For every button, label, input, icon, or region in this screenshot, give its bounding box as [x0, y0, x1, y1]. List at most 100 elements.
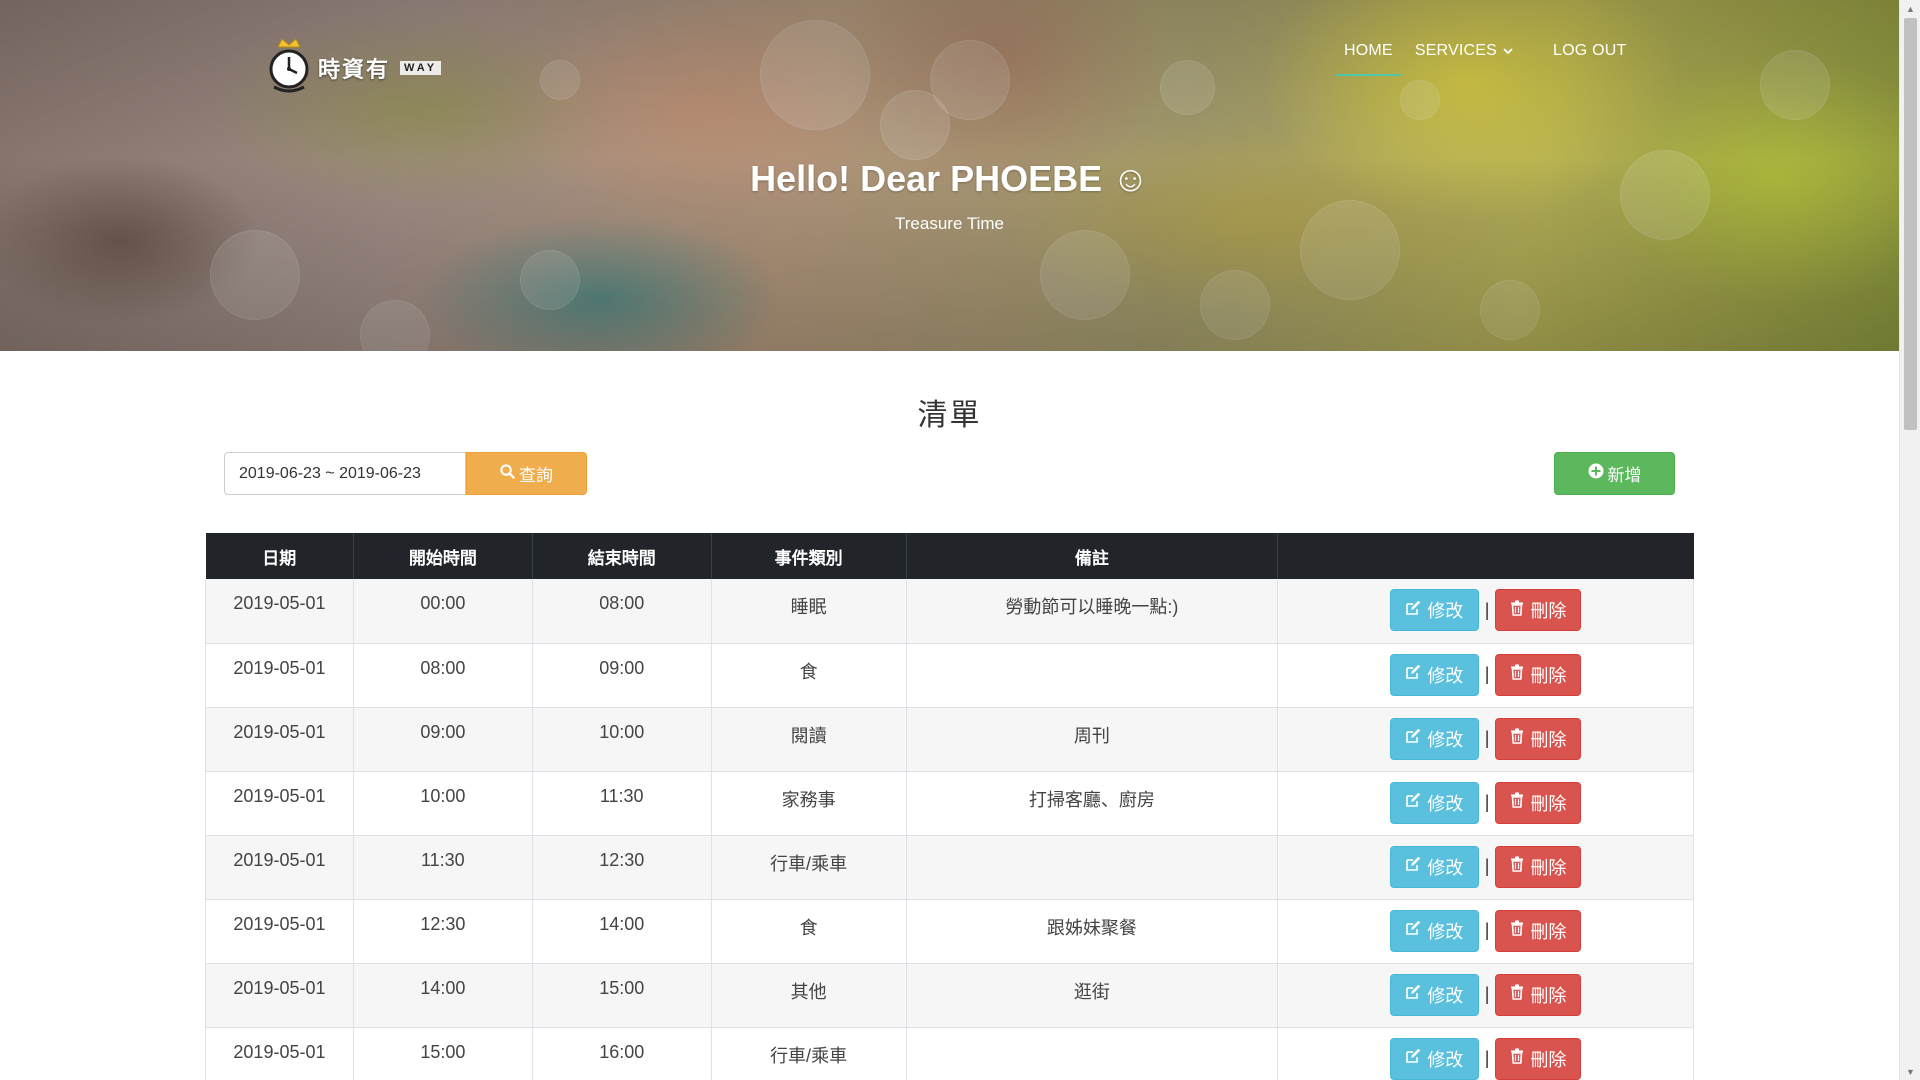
cell-date: 2019-05-01 — [205, 835, 354, 900]
col-header-end: 結束時間 — [532, 533, 712, 579]
vertical-scrollbar[interactable]: ▲ ▼ — [1899, 0, 1920, 1080]
cell-category: 睡眠 — [711, 579, 907, 644]
delete-button-label: 刪除 — [1530, 601, 1567, 621]
cell-actions: 修改 | 刪除 — [1277, 835, 1694, 900]
table-row: 2019-05-01 10:00 11:30 家務事 打掃客廳、廚房 修改 | 刪除 — [205, 771, 1694, 836]
cell-start-time: 09:00 — [353, 707, 533, 772]
cell-end-time: 15:00 — [532, 963, 712, 1028]
edit-button-label: 修改 — [1427, 665, 1464, 686]
delete-button[interactable]: 刪除 — [1495, 1037, 1582, 1080]
delete-button-label: 刪除 — [1530, 793, 1567, 814]
trash-icon — [1510, 664, 1524, 685]
action-separator: | — [1484, 728, 1490, 748]
scroll-down-icon[interactable]: ▼ — [1900, 1063, 1920, 1080]
delete-button-label: 刪除 — [1530, 857, 1567, 878]
cell-end-time: 08:00 — [532, 579, 712, 644]
table-row: 2019-05-01 14:00 15:00 其他 逛街 修改 | 刪除 — [205, 963, 1694, 1028]
delete-button[interactable]: 刪除 — [1495, 589, 1582, 631]
edit-icon — [1405, 856, 1421, 877]
cell-category: 行車/乘車 — [711, 1027, 907, 1080]
cell-actions: 修改 | 刪除 — [1277, 771, 1694, 836]
cell-end-time: 14:00 — [532, 899, 712, 964]
action-separator: | — [1484, 1048, 1490, 1068]
delete-button[interactable]: 刪除 — [1495, 845, 1582, 888]
nav-logout[interactable]: LOG OUT — [1553, 38, 1626, 76]
delete-button-label: 刪除 — [1530, 985, 1567, 1006]
action-separator: | — [1484, 792, 1490, 812]
nav-home[interactable]: HOME — [1336, 38, 1401, 76]
row-actions: 修改 | 刪除 — [1389, 717, 1582, 760]
delete-button-label: 刪除 — [1530, 921, 1567, 942]
cell-date: 2019-05-01 — [205, 1027, 354, 1080]
main-nav: HOME SERVICES LOG OUT — [1336, 38, 1648, 76]
hero-subtitle: Treasure Time — [895, 214, 1004, 233]
trash-icon — [1510, 792, 1524, 813]
cell-category: 閱讀 — [711, 707, 907, 772]
edit-button[interactable]: 修改 — [1389, 653, 1479, 696]
edit-button[interactable]: 修改 — [1389, 781, 1479, 824]
cell-start-time: 10:00 — [353, 771, 533, 836]
edit-button[interactable]: 修改 — [1389, 845, 1479, 888]
table-row: 2019-05-01 12:30 14:00 食跟姊妹聚餐 修改 | 刪除 — [205, 899, 1694, 964]
delete-button[interactable]: 刪除 — [1495, 973, 1582, 1016]
edit-button[interactable]: 修改 — [1389, 717, 1479, 760]
delete-button[interactable]: 刪除 — [1495, 717, 1582, 760]
cell-category: 其他 — [711, 963, 907, 1028]
cell-note — [906, 643, 1279, 708]
cell-actions: 修改 | 刪除 — [1277, 963, 1694, 1028]
edit-button[interactable]: 修改 — [1389, 909, 1479, 952]
query-button[interactable]: 查詢 — [466, 452, 587, 495]
table-header-row: 日期 開始時間 結束時間 事件類別 備註 — [205, 533, 1694, 579]
row-actions: 修改 | 刪除 — [1389, 589, 1582, 631]
scroll-up-icon[interactable]: ▲ — [1900, 0, 1920, 17]
nav-services-label: SERVICES — [1414, 42, 1498, 59]
col-header-note: 備註 — [906, 533, 1279, 579]
cell-start-time: 14:00 — [353, 963, 533, 1028]
clock-logo-icon — [268, 38, 310, 93]
row-actions: 修改 | 刪除 — [1389, 781, 1582, 824]
col-header-actions — [1277, 533, 1694, 579]
cell-date: 2019-05-01 — [205, 643, 354, 708]
scrollbar-thumb[interactable] — [1904, 18, 1917, 430]
delete-button[interactable]: 刪除 — [1495, 781, 1582, 824]
col-header-date: 日期 — [205, 533, 354, 579]
cell-end-time: 12:30 — [532, 835, 712, 900]
table-row: 2019-05-01 08:00 09:00 食 修改 | 刪除 — [205, 643, 1694, 708]
col-header-start: 開始時間 — [353, 533, 533, 579]
delete-button[interactable]: 刪除 — [1495, 653, 1582, 696]
edit-button-label: 修改 — [1427, 601, 1464, 621]
edit-icon — [1405, 728, 1421, 749]
cell-note: 跟姊妹聚餐 — [906, 899, 1279, 964]
cell-note: 逛街 — [906, 963, 1279, 1028]
table-row: 2019-05-01 09:00 10:00 閱讀 周刊 修改 | 刪除 — [205, 707, 1694, 772]
date-range-input[interactable] — [224, 452, 466, 495]
trash-icon — [1510, 856, 1524, 877]
edit-button[interactable]: 修改 — [1389, 1037, 1479, 1080]
cell-start-time: 15:00 — [353, 1027, 533, 1080]
edit-icon — [1405, 1048, 1421, 1069]
row-actions: 修改 | 刪除 — [1389, 909, 1582, 952]
action-separator: | — [1484, 856, 1490, 876]
col-header-category: 事件類別 — [711, 533, 907, 579]
cell-actions: 修改 | 刪除 — [1277, 1027, 1694, 1080]
cell-actions: 修改 | 刪除 — [1277, 579, 1694, 644]
table-row: 2019-05-01 00:00 08:00 睡眠 勞動節可以睡晚一點:) 修改 | 刪除 — [205, 579, 1694, 644]
nav-services[interactable]: SERVICES — [1415, 38, 1513, 76]
plus-circle-icon — [1588, 463, 1604, 484]
cell-end-time: 11:30 — [532, 771, 712, 836]
chevron-down-icon — [1503, 42, 1513, 60]
delete-button-label: 刪除 — [1530, 665, 1567, 686]
cell-start-time: 11:30 — [353, 835, 533, 900]
cell-category: 食 — [711, 899, 907, 964]
hero-banner: 時資有 WAY HOME SERVICES LOG OUT Hello! Dea… — [0, 0, 1899, 351]
delete-button[interactable]: 刪除 — [1495, 909, 1582, 952]
delete-button-label: 刪除 — [1530, 1049, 1567, 1070]
cell-end-time: 16:00 — [532, 1027, 712, 1080]
add-button[interactable]: 新增 — [1554, 452, 1675, 495]
edit-button[interactable]: 修改 — [1389, 973, 1479, 1016]
cell-category: 食 — [711, 643, 907, 708]
edit-icon — [1405, 664, 1421, 685]
edit-button-label: 修改 — [1427, 793, 1464, 814]
edit-button[interactable]: 修改 — [1389, 589, 1479, 631]
brand-logo[interactable]: 時資有 WAY — [268, 38, 442, 98]
